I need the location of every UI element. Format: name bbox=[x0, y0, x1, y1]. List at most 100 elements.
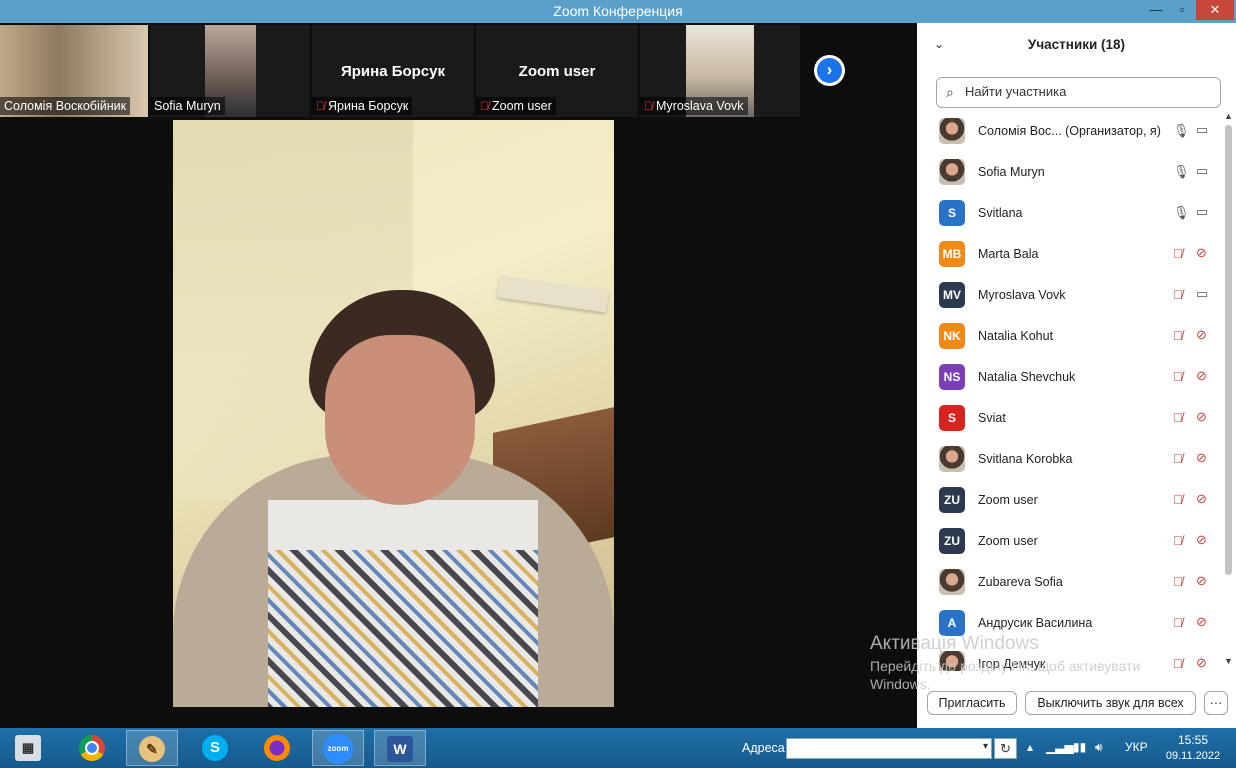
refresh-icon[interactable]: ↻ bbox=[994, 738, 1017, 759]
mic-muted-icon[interactable]: 🎙̸ bbox=[1173, 246, 1183, 261]
network-icon[interactable]: ▮▮ bbox=[1073, 740, 1086, 754]
invite-button[interactable]: Пригласить bbox=[927, 691, 1017, 715]
participant-row[interactable]: MB Marta Bala 🎙̸ ⊘ bbox=[917, 234, 1222, 275]
camera-off-icon[interactable]: ⊘ bbox=[1196, 573, 1207, 589]
mic-muted-icon[interactable]: 🎙̸ bbox=[1173, 287, 1183, 302]
mic-muted-icon[interactable]: 🎙̸ bbox=[1173, 533, 1183, 548]
participant-row[interactable]: Zubareva Sofia 🎙̸ ⊘ bbox=[917, 562, 1222, 603]
participant-row[interactable]: Svitlana Korobka 🎙̸ ⊘ bbox=[917, 439, 1222, 480]
avatar: S bbox=[939, 200, 965, 226]
participant-row[interactable]: MV Myroslava Vovk 🎙̸ ▭ bbox=[917, 275, 1222, 316]
windows-activation-watermark: Активація Windows Перейдіть до розділу П… bbox=[870, 633, 1140, 692]
mic-icon[interactable]: 🎙 bbox=[1173, 123, 1190, 139]
word-icon: W bbox=[387, 736, 413, 762]
participant-search[interactable]: ⌕ bbox=[936, 77, 1221, 108]
clock-time: 15:55 bbox=[1177, 733, 1209, 747]
taskbar: ▦ ✎ S zoom W Адреса ▾ ↻ ▴ ▁▃▅ ▮▮ 🔊︎ УКР … bbox=[0, 728, 1236, 768]
speaker-icon[interactable]: 🔊︎ bbox=[1095, 740, 1103, 755]
video-tile[interactable]: Соломія Воскобійник bbox=[0, 25, 148, 117]
mic-muted-icon[interactable]: 🎙̸ bbox=[1173, 369, 1183, 384]
chevron-right-icon: › bbox=[817, 58, 842, 83]
mic-muted-icon: 🎙̸ bbox=[644, 99, 653, 113]
mic-muted-icon[interactable]: 🎙̸ bbox=[1173, 410, 1183, 425]
tile-name-tag: 🎙̸ Ярина Борсук bbox=[312, 97, 413, 115]
search-icon: ⌕ bbox=[946, 84, 954, 100]
watermark-line: Перейдіть до розділу ПК, щоб активувати bbox=[870, 658, 1141, 674]
scroll-thumb[interactable] bbox=[1225, 125, 1232, 575]
mic-muted-icon[interactable]: 🎙̸ bbox=[1173, 615, 1183, 630]
speaker-figure bbox=[268, 550, 538, 707]
video-tile[interactable]: Zoom user 🎙̸ Zoom user bbox=[476, 25, 638, 117]
more-options-button[interactable]: ··· bbox=[1204, 691, 1228, 715]
camera-off-icon[interactable]: ⊘ bbox=[1196, 450, 1207, 466]
mic-icon[interactable]: 🎙 bbox=[1173, 205, 1190, 221]
address-bar[interactable]: ▾ bbox=[786, 738, 992, 759]
video-tile[interactable]: Sofia Muryn bbox=[150, 25, 310, 117]
participant-row[interactable]: Соломія Вос... (Организатор, я) 🎙 ▭ bbox=[917, 111, 1222, 152]
camera-off-icon[interactable]: ⊘ bbox=[1196, 614, 1207, 630]
minimize-button[interactable]: — bbox=[1142, 0, 1170, 20]
mic-muted-icon[interactable]: 🎙̸ bbox=[1173, 328, 1183, 343]
tile-big-name: Zoom user bbox=[518, 63, 596, 80]
signal-icon[interactable]: ▁▃▅ bbox=[1046, 740, 1074, 754]
taskbar-app-chrome[interactable] bbox=[66, 730, 118, 766]
mic-muted-icon[interactable]: 🎙̸ bbox=[1173, 656, 1183, 671]
window-title: Zoom Конференция bbox=[553, 3, 683, 19]
taskbar-app-paint[interactable]: ✎ bbox=[126, 730, 178, 766]
search-input[interactable] bbox=[965, 84, 1210, 99]
scroll-down-icon[interactable]: ▼ bbox=[1224, 656, 1233, 666]
participant-row[interactable]: S Svitlana 🎙 ▭ bbox=[917, 193, 1222, 234]
paint-icon: ✎ bbox=[139, 736, 165, 762]
participant-row[interactable]: NS Natalia Shevchuk 🎙̸ ⊘ bbox=[917, 357, 1222, 398]
scrollbar[interactable]: ▲ ▼ bbox=[1224, 111, 1233, 671]
camera-off-icon[interactable]: ⊘ bbox=[1196, 245, 1207, 261]
taskbar-app-zoom[interactable]: zoom bbox=[312, 730, 364, 766]
taskbar-app-skype[interactable]: S bbox=[189, 730, 241, 766]
address-input[interactable] bbox=[790, 741, 970, 755]
participant-name: Андрусик Василина bbox=[978, 616, 1093, 630]
participant-row[interactable]: ZU Zoom user 🎙̸ ⊘ bbox=[917, 480, 1222, 521]
camera-off-icon[interactable]: ⊘ bbox=[1196, 491, 1207, 507]
mute-all-button[interactable]: Выключить звук для всех bbox=[1025, 691, 1196, 715]
participant-name: Natalia Kohut bbox=[978, 329, 1054, 343]
mic-muted-icon[interactable]: 🎙̸ bbox=[1173, 574, 1183, 589]
camera-off-icon[interactable]: ⊘ bbox=[1196, 532, 1207, 548]
camera-off-icon[interactable]: ⊘ bbox=[1196, 409, 1207, 425]
next-page-button[interactable]: › bbox=[814, 55, 845, 86]
tile-name-tag: 🎙̸ Zoom user bbox=[476, 97, 556, 115]
participant-row[interactable]: NK Natalia Kohut 🎙̸ ⊘ bbox=[917, 316, 1222, 357]
system-clock[interactable]: 15:55 09.11.2022 bbox=[1162, 733, 1224, 762]
camera-icon[interactable]: ▭ bbox=[1196, 204, 1208, 220]
tray-expand-icon[interactable]: ▴ bbox=[1027, 740, 1033, 754]
taskbar-app-word[interactable]: W bbox=[374, 730, 426, 766]
camera-off-icon[interactable]: ⊘ bbox=[1196, 368, 1207, 384]
close-button[interactable]: ✕ bbox=[1196, 0, 1234, 20]
camera-icon[interactable]: ▭ bbox=[1196, 286, 1208, 302]
maximize-button[interactable]: ▫ bbox=[1168, 0, 1196, 20]
avatar bbox=[939, 118, 965, 144]
video-tile[interactable]: Ярина Борсук 🎙̸ Ярина Борсук bbox=[312, 25, 474, 117]
skype-icon: S bbox=[202, 735, 228, 761]
tile-name: Zoom user bbox=[492, 99, 552, 113]
video-tile[interactable]: 🎙̸ Myroslava Vovk bbox=[640, 25, 800, 117]
camera-off-icon[interactable]: ⊘ bbox=[1196, 327, 1207, 343]
mic-icon[interactable]: 🎙 bbox=[1173, 164, 1190, 180]
scroll-up-icon[interactable]: ▲ bbox=[1224, 111, 1233, 121]
avatar: MV bbox=[939, 282, 965, 308]
participant-row[interactable]: ZU Zoom user 🎙̸ ⊘ bbox=[917, 521, 1222, 562]
participants-panel: ⌄ Участники (18) ⌕ Соломія Вос... (Орган… bbox=[917, 23, 1236, 728]
taskbar-app-calculator[interactable]: ▦ bbox=[2, 730, 54, 766]
participants-header: ⌄ Участники (18) bbox=[917, 23, 1236, 67]
participant-row[interactable]: Sofia Muryn 🎙 ▭ bbox=[917, 152, 1222, 193]
participant-row[interactable]: S Sviat 🎙̸ ⊘ bbox=[917, 398, 1222, 439]
camera-icon[interactable]: ▭ bbox=[1196, 122, 1208, 138]
active-speaker-video[interactable] bbox=[173, 120, 614, 707]
mic-muted-icon[interactable]: 🎙̸ bbox=[1173, 492, 1183, 507]
language-indicator[interactable]: УКР bbox=[1125, 740, 1148, 754]
camera-off-icon[interactable]: ⊘ bbox=[1196, 655, 1207, 671]
dropdown-icon[interactable]: ▾ bbox=[983, 741, 988, 752]
taskbar-app-firefox[interactable] bbox=[251, 730, 303, 766]
mic-muted-icon[interactable]: 🎙̸ bbox=[1173, 451, 1183, 466]
camera-icon[interactable]: ▭ bbox=[1196, 163, 1208, 179]
mic-muted-icon: 🎙̸ bbox=[316, 99, 325, 113]
